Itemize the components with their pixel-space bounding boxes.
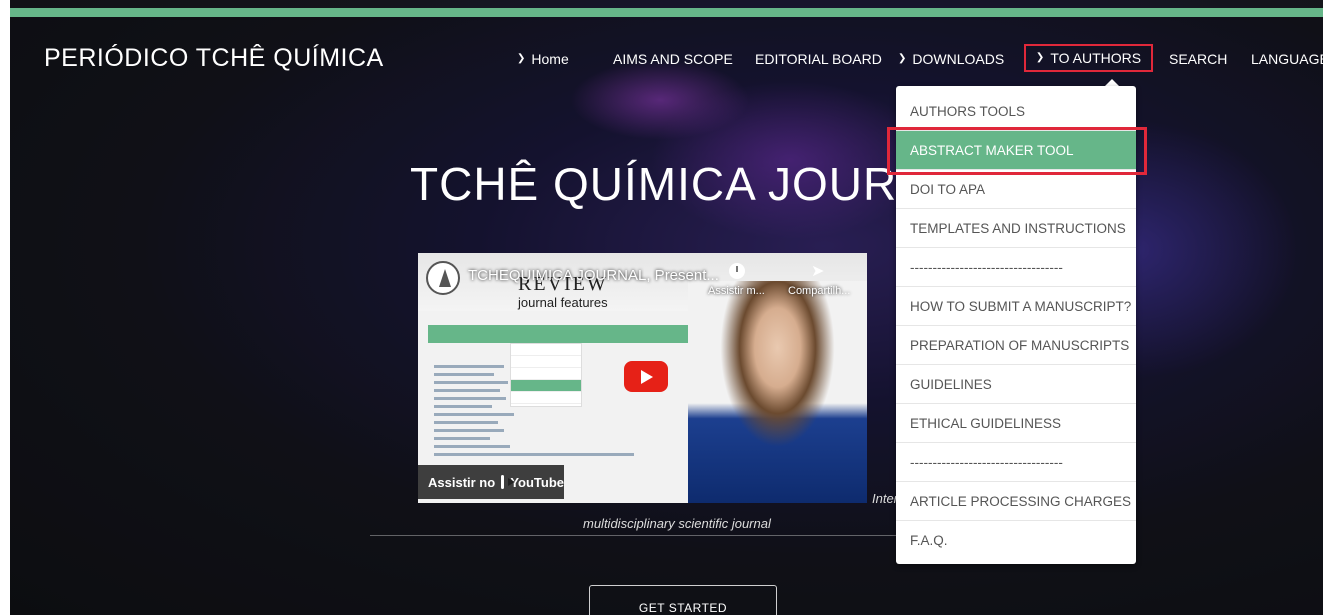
nav-language[interactable]: LANGUAGE [1249, 45, 1323, 73]
play-button[interactable] [624, 361, 668, 392]
share-label[interactable]: Compartilh... [788, 285, 850, 297]
chevron-down-icon: ❯ [898, 53, 907, 64]
nav-downloads-label: DOWNLOADS [912, 51, 1005, 67]
highlight-box [887, 127, 1147, 175]
page-frame: PERIÓDICO TCHÊ QUÍMICA ❯ Home AIMS AND S… [10, 0, 1323, 615]
hero-subtitle-fragment: Inter [872, 491, 899, 506]
dropdown-item-apc[interactable]: ARTICLE PROCESSING CHARGES [896, 482, 1136, 521]
video-presenter-image [688, 281, 867, 503]
watch-later-label[interactable]: Assistir m... [708, 285, 765, 297]
video-thumbnail-text-line [434, 413, 514, 416]
nav-to-authors[interactable]: ❯ TO AUTHORS [1024, 44, 1153, 72]
video-title[interactable]: TCHEQUIMICA JOURNAL, Present... [468, 267, 719, 284]
dropdown-item-ethical-guidelines[interactable]: ETHICAL GUIDELINESS [896, 404, 1136, 443]
dropdown-separator: ---------------------------------- [896, 443, 1136, 482]
dropdown-item-preparation[interactable]: PREPARATION OF MANUSCRIPTS [896, 326, 1136, 365]
clock-icon[interactable] [729, 263, 745, 279]
video-thumbnail-text-line [434, 365, 504, 368]
watch-on-label: Assistir no [428, 474, 496, 490]
watch-on-youtube-button[interactable]: Assistir no YouTube [418, 465, 564, 499]
youtube-logo-icon [501, 475, 516, 489]
dropdown-separator: ---------------------------------- [896, 248, 1136, 287]
dropdown-item-authors-tools[interactable]: AUTHORS TOOLS [896, 92, 1136, 131]
video-thumbnail-text-line [434, 397, 506, 400]
dropdown-item-faq[interactable]: F.A.Q. [896, 521, 1136, 560]
video-embed[interactable]: REVIEW journal features TCHEQUIMICA JOUR… [418, 253, 867, 503]
video-thumbnail-text-line [434, 453, 634, 456]
get-started-button[interactable]: GET STARTED [589, 585, 777, 615]
chevron-down-icon: ❯ [1035, 52, 1045, 63]
chevron-down-icon: ❯ [517, 53, 526, 64]
site-brand[interactable]: PERIÓDICO TCHÊ QUÍMICA [44, 44, 384, 73]
video-thumbnail-text-line [434, 389, 500, 392]
video-thumbnail-text-line [434, 421, 498, 424]
video-thumbnail-text-line [434, 445, 510, 448]
nav-editorial-board[interactable]: EDITORIAL BOARD [753, 45, 884, 73]
nav-to-authors-label: TO AUTHORS [1050, 50, 1142, 66]
divider [370, 535, 900, 536]
dropdown-item-guidelines[interactable]: GUIDELINES [896, 365, 1136, 404]
dropdown-item-how-to-submit[interactable]: HOW TO SUBMIT A MANUSCRIPT? [896, 287, 1136, 326]
nav-aims-and-scope[interactable]: AIMS AND SCOPE [611, 45, 735, 73]
video-thumbnail-menu [510, 343, 582, 407]
video-thumbnail-text-line [434, 405, 492, 408]
nav-home[interactable]: ❯ Home [515, 45, 571, 73]
youtube-label: YouTube [510, 474, 564, 490]
dropdown-item-doi-to-apa[interactable]: DOI TO APA [896, 170, 1136, 209]
video-thumbnail-text-line [434, 429, 504, 432]
video-thumbnail-text-line [434, 381, 508, 384]
video-thumbnail-text-line [434, 437, 490, 440]
video-thumbnail-text-line [434, 373, 494, 376]
hero-tagline: multidisciplinary scientific journal [583, 516, 771, 531]
hero-title: TCHÊ QUÍMICA JOURN [410, 158, 932, 210]
nav-home-label: Home [531, 51, 569, 67]
video-thumbnail-navbar [428, 325, 696, 343]
dropdown-item-templates[interactable]: TEMPLATES AND INSTRUCTIONS [896, 209, 1136, 248]
channel-logo-icon[interactable] [426, 261, 460, 295]
dropdown-caret [1105, 79, 1119, 86]
share-icon[interactable]: ➤ [811, 261, 824, 281]
video-features-text: journal features [518, 295, 608, 310]
nav-search[interactable]: SEARCH [1167, 45, 1229, 73]
nav-downloads[interactable]: ❯ DOWNLOADS [896, 45, 1006, 73]
top-accent-bar [10, 8, 1323, 17]
